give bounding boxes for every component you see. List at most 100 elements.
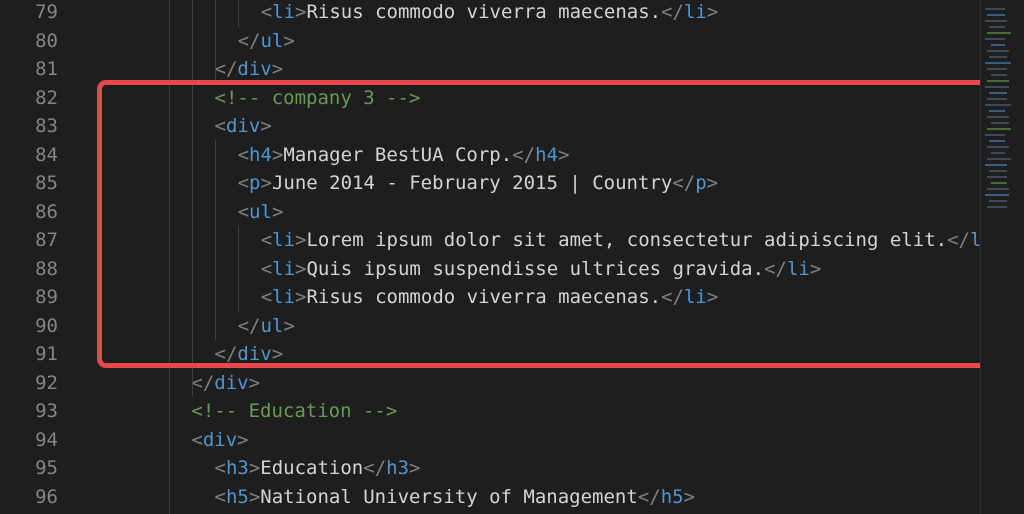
- line-number: 90: [35, 314, 58, 337]
- minimap-line: [985, 20, 1007, 22]
- line-number: 86: [35, 200, 58, 223]
- tag-name: li: [683, 1, 707, 23]
- bracket: >: [271, 143, 284, 166]
- code-line[interactable]: 89 <li>Risus commodo viverra maecenas.</l…: [0, 283, 980, 312]
- bracket: >: [557, 143, 570, 166]
- text-content: Quis ipsum suspendisse ultrices gravida.: [306, 257, 765, 280]
- code-text: <li>Lorem ipsum dolor sit amet, consecte…: [261, 226, 982, 255]
- comment-text: <!-- company 3 -->: [214, 86, 421, 109]
- bracket: >: [260, 172, 272, 194]
- indent-guide: [238, 225, 239, 312]
- bracket: >: [283, 29, 295, 52]
- bracket: >: [248, 371, 261, 394]
- minimap-line: [987, 158, 1011, 160]
- minimap-line: [991, 74, 1007, 76]
- bracket: <: [214, 115, 226, 137]
- tag-name: h3: [225, 457, 249, 479]
- bracket: </: [661, 1, 684, 23]
- minimap-line: [987, 188, 1009, 190]
- tag-name: h4: [535, 143, 558, 166]
- line-number: 84: [35, 143, 58, 166]
- line-number: 83: [35, 115, 58, 137]
- bracket: </: [214, 343, 238, 365]
- minimap-line: [989, 140, 1005, 142]
- tag-name: li: [272, 229, 296, 251]
- code-text: </ul>: [238, 312, 295, 341]
- minimap-line: [985, 8, 1005, 10]
- line-number: 93: [35, 400, 58, 422]
- code-line[interactable]: 81 </div>: [0, 55, 980, 84]
- indent-guide: [215, 0, 216, 82]
- code-line[interactable]: 92 </div>: [0, 369, 980, 398]
- tag-name: li: [272, 257, 296, 280]
- minimap-line: [987, 206, 1007, 208]
- line-number: 89: [35, 286, 58, 308]
- minimap-line: [987, 80, 1009, 82]
- minimap-line: [987, 98, 1007, 100]
- code-line[interactable]: 94 <div>: [0, 426, 980, 455]
- code-text: <li>Risus commodo viverra maecenas.</li>: [261, 283, 719, 312]
- tag-name: li: [786, 257, 810, 280]
- code-line[interactable]: 83 <div>: [0, 112, 980, 141]
- bracket: >: [271, 343, 284, 365]
- minimap-line: [985, 134, 1005, 136]
- tag-name: li: [272, 1, 296, 23]
- code-text: <div>: [215, 112, 272, 141]
- bracket: >: [706, 172, 719, 194]
- code-line[interactable]: 79 <li>Risus commodo viverra maecenas.</l…: [0, 0, 980, 27]
- minimap-line: [987, 14, 1005, 16]
- code-text: </div>: [191, 369, 260, 398]
- indent-guide: [192, 0, 193, 396]
- bracket: </: [637, 485, 661, 508]
- code-line[interactable]: 90 </ul>: [0, 312, 980, 341]
- line-number: 85: [35, 172, 58, 194]
- comment-text: <!-- Education -->: [191, 400, 398, 422]
- code-line[interactable]: 80 </ul>: [0, 27, 980, 56]
- code-line[interactable]: 84 <h4>Manager BestUA Corp.</h4>: [0, 141, 980, 170]
- bracket: >: [237, 428, 249, 451]
- minimap-line: [991, 152, 1005, 154]
- code-editor[interactable]: 79 <li>Risus commodo viverra maecenas.</l…: [0, 0, 982, 514]
- line-number: 96: [35, 485, 58, 508]
- tag-name: h5: [660, 485, 684, 508]
- bracket: >: [706, 286, 719, 308]
- code-line[interactable]: 87 <li>Lorem ipsum dolor sit amet, consec…: [0, 226, 982, 255]
- bracket: >: [295, 257, 307, 280]
- minimap-line: [985, 104, 1011, 106]
- minimap[interactable]: [980, 0, 1024, 514]
- code-line[interactable]: 85 <p>June 2014 - February 2015 | Country…: [0, 169, 980, 198]
- code-line[interactable]: 93 <!-- Education -->: [0, 397, 980, 426]
- tag-name: h4: [249, 143, 272, 166]
- minimap-line: [987, 146, 1009, 148]
- bracket: >: [295, 229, 307, 251]
- text-content: National University of Management: [260, 485, 638, 508]
- code-line[interactable]: 96 <h5>National University of Management<…: [0, 483, 980, 512]
- bracket: <: [260, 229, 273, 251]
- code-line[interactable]: 95 <h3>Education</h3>: [0, 454, 980, 483]
- code-line[interactable]: 86 <ul>: [0, 198, 980, 227]
- code-text: </ul>: [238, 27, 295, 56]
- code-text: <ul>: [238, 198, 284, 227]
- line-number: 87: [35, 229, 58, 251]
- minimap-line: [989, 170, 1007, 172]
- text-content: Risus commodo viverra maecenas.: [306, 1, 662, 23]
- tag-name: ul: [260, 29, 284, 52]
- indent-guide: [215, 140, 216, 340]
- code-line[interactable]: 88 <li>Quis ipsum suspendisse ultrices gr…: [0, 255, 980, 284]
- line-number: 88: [35, 257, 58, 280]
- minimap-line: [987, 128, 1011, 130]
- bracket: >: [271, 200, 284, 223]
- bracket: <: [191, 428, 203, 451]
- indent-guide: [169, 0, 170, 514]
- minimap-line: [987, 68, 1007, 70]
- minimap-line: [987, 116, 1009, 118]
- code-line[interactable]: 91 </div>: [0, 340, 980, 369]
- code-line[interactable]: 82 <!-- company 3 -->: [0, 84, 980, 113]
- bracket: <: [237, 200, 250, 223]
- bracket: </: [214, 58, 238, 80]
- bracket: >: [283, 314, 295, 337]
- code-text: <p>June 2014 - February 2015 | Country</…: [238, 169, 719, 198]
- bracket: <: [260, 257, 273, 280]
- tag-name: p: [249, 172, 261, 194]
- tag-name: div: [214, 371, 249, 394]
